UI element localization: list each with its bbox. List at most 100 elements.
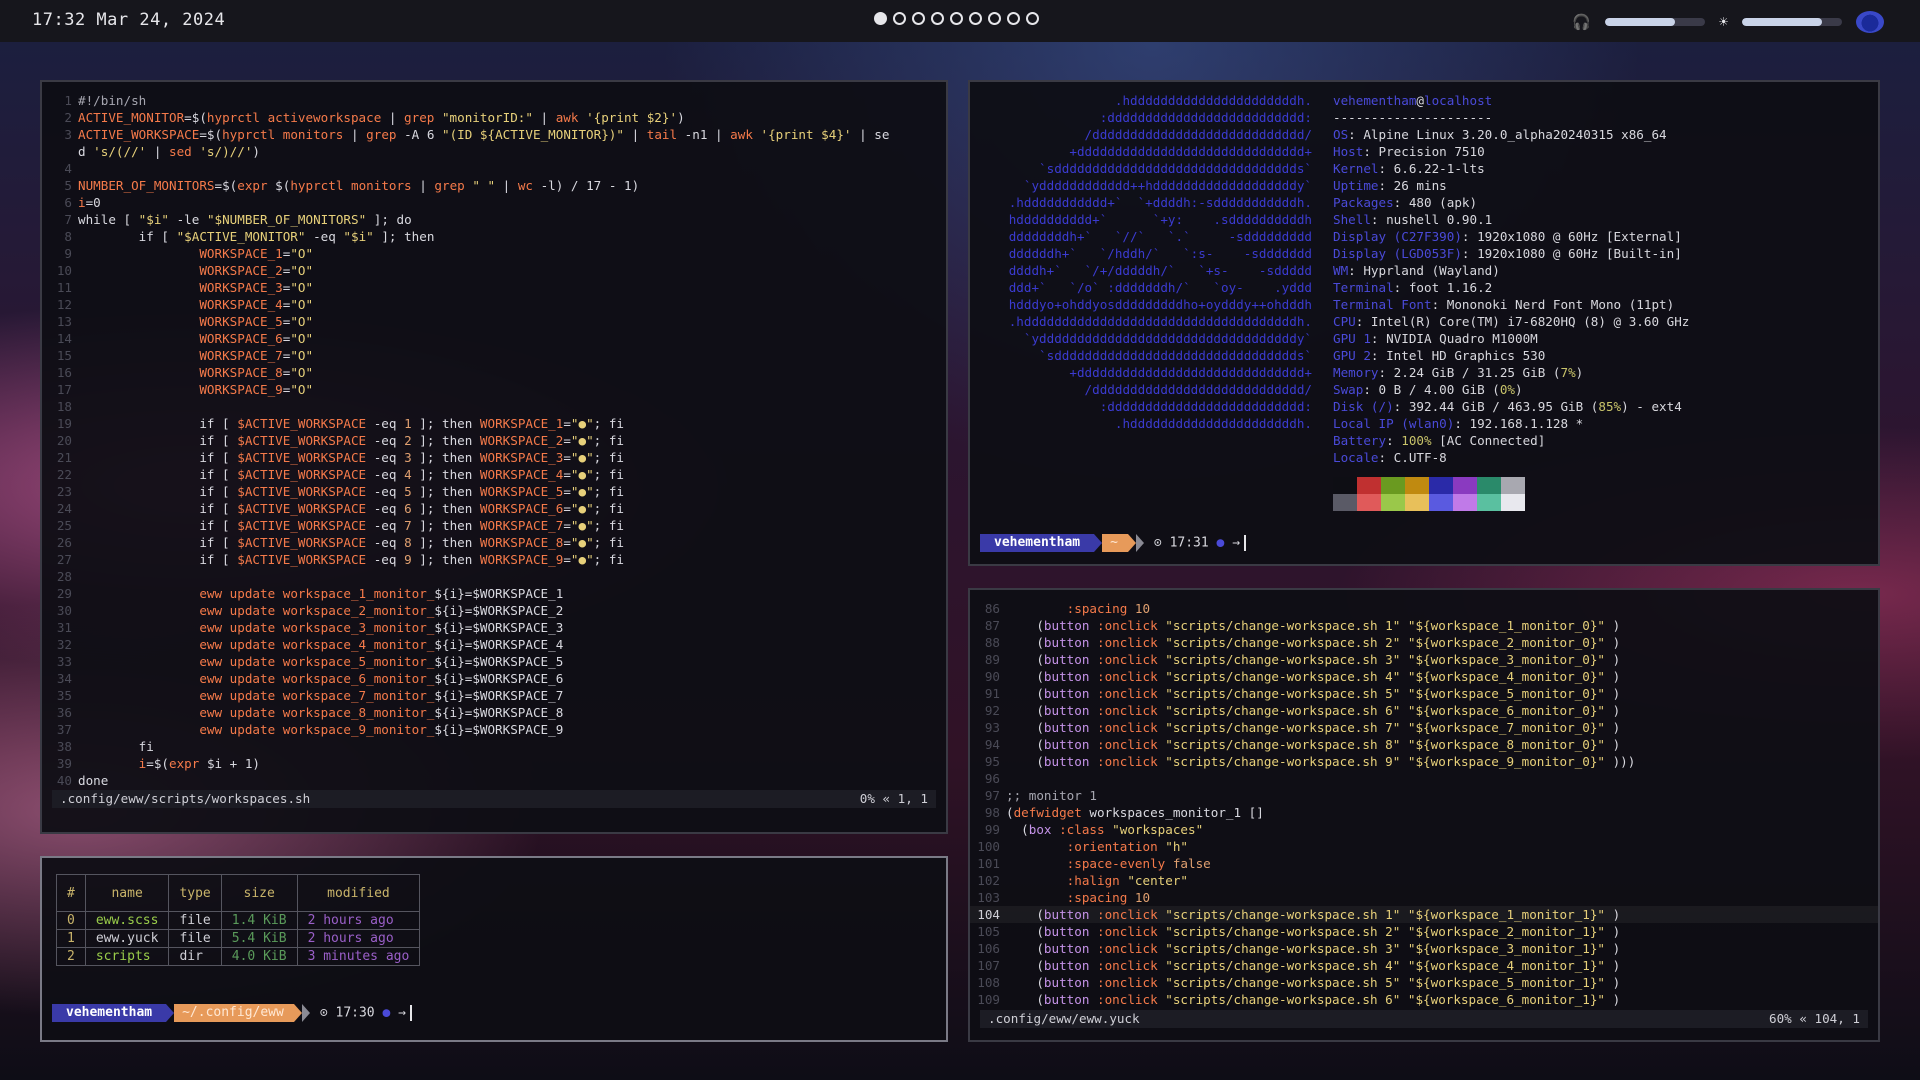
user-host: vehementham@localhost: [1333, 93, 1493, 108]
line-text: :spacing 10: [1066, 890, 1151, 905]
info-row: Packages: 480 (apk): [1333, 195, 1478, 210]
line-text: WORKSPACE_6="O": [199, 331, 314, 346]
line-number: 35: [56, 688, 72, 703]
code-line: 32 eww update workspace_4_monitor_${i}=$…: [42, 636, 946, 653]
info-row: Host: Precision 7510: [1333, 144, 1485, 159]
table-cell: 2 hours ago: [296, 911, 421, 930]
table-cell: 3 minutes ago: [296, 947, 421, 966]
info-row: Shell: nushell 0.90.1: [1333, 212, 1493, 227]
table-cell: 2: [56, 947, 86, 966]
volume-level: [1604, 18, 1675, 26]
line-text: ACTIVE_WORKSPACE=$(hyprctl monitors | gr…: [78, 127, 890, 142]
workspace-9-indicator[interactable]: [1026, 12, 1039, 25]
workspace-5-indicator[interactable]: [950, 12, 963, 25]
code-line: 86 :spacing 10: [970, 600, 1878, 617]
code-line: 23 if [ $ACTIVE_WORKSPACE -eq 5 ]; then …: [42, 483, 946, 500]
workspace-1-indicator[interactable]: [874, 12, 887, 25]
line-number: 98: [984, 805, 1000, 820]
prompt-dir: ~: [1102, 534, 1128, 552]
color-swatch: [1357, 494, 1381, 511]
shell-prompt: vehementham ~/.config/eww ⊙ 17:30 ● →: [52, 1004, 412, 1022]
line-text: :spacing 10: [1066, 601, 1151, 616]
code-line: 95 (button :onclick "scripts/change-work…: [970, 753, 1878, 770]
file-table: # name type size modified 0 eww.scss file 1.4 K…: [56, 874, 421, 966]
info-row: WM: Hyprland (Wayland): [1333, 263, 1500, 278]
workspace-6-indicator[interactable]: [969, 12, 982, 25]
line-text: WORKSPACE_2="O": [199, 263, 314, 278]
code-line: 90 (button :onclick "scripts/change-work…: [970, 668, 1878, 685]
line-number: 20: [56, 433, 72, 448]
workspace-8-indicator[interactable]: [1007, 12, 1020, 25]
line-text: d 's/(//' | sed 's/)//'): [78, 144, 261, 159]
info-row: CPU: Intel(R) Core(TM) i7-6820HQ (8) @ 3…: [1333, 314, 1690, 329]
table-cell: eww.scss: [84, 911, 170, 930]
line-text: WORKSPACE_4="O": [199, 297, 314, 312]
workspace-7-indicator[interactable]: [988, 12, 1001, 25]
line-text: eww update workspace_7_monitor_${i}=$WOR…: [199, 688, 564, 703]
info-row: Display (LGD053F): 1920x1080 @ 60Hz [Bui…: [1333, 246, 1682, 261]
line-text: NUMBER_OF_MONITORS=$(expr $(hyprctl moni…: [78, 178, 640, 193]
code-line: 29 eww update workspace_1_monitor_${i}=$…: [42, 585, 946, 602]
headphones-icon[interactable]: 🎧: [1572, 13, 1591, 31]
arrow-icon: →: [1232, 535, 1241, 551]
line-text: :orientation "h": [1066, 839, 1188, 854]
code-line: 97 ;; monitor 1: [970, 787, 1878, 804]
terminal-pane-filelist[interactable]: # name type size modified 0 eww.scss file 1.4 K…: [40, 856, 948, 1042]
code-line: 5 NUMBER_OF_MONITORS=$(expr $(hyprctl mon…: [42, 177, 946, 194]
color-swatch: [1501, 494, 1525, 511]
line-number: 105: [977, 924, 1000, 939]
dot-icon: ●: [382, 1005, 391, 1021]
line-text: (button :onclick "scripts/change-workspa…: [1006, 754, 1636, 769]
line-text: if [ $ACTIVE_WORKSPACE -eq 6 ]; then WOR…: [78, 501, 624, 516]
code-line: 6 i=0: [42, 194, 946, 211]
code-line: 109 (button :onclick "scripts/change-wor…: [970, 991, 1878, 1008]
volume-slider[interactable]: [1604, 18, 1705, 26]
code-line: 93 (button :onclick "scripts/change-work…: [970, 719, 1878, 736]
line-text: (button :onclick "scripts/change-workspa…: [1006, 958, 1621, 973]
line-number: 104: [977, 907, 1000, 922]
text-cursor: [409, 1005, 412, 1021]
line-number: 34: [56, 671, 72, 686]
arch-logo-icon[interactable]: [1856, 11, 1884, 33]
line-number: 107: [977, 958, 1000, 973]
workspace-3-indicator[interactable]: [912, 12, 925, 25]
info-row: Terminal Font: Mononoki Nerd Font Mono (…: [1333, 297, 1675, 312]
line-text: eww update workspace_9_monitor_${i}=$WOR…: [199, 722, 564, 737]
editor-pane-workspaces[interactable]: 1 #!/bin/sh 2 ACTIVE_MONITOR=$(hyprctl acti…: [40, 80, 948, 834]
line-text: eww update workspace_6_monitor_${i}=$WOR…: [199, 671, 564, 686]
status-filename: .config/eww/eww.yuck: [988, 1011, 1140, 1026]
line-number: 109: [977, 992, 1000, 1007]
table-cell: file: [168, 911, 222, 930]
code-line: 98 (defwidget workspaces_monitor_1 []: [970, 804, 1878, 821]
line-number: 94: [984, 737, 1000, 752]
line-text: if [ "$ACTIVE_MONITOR" -eq "$i" ]; then: [78, 229, 435, 244]
line-number: 19: [56, 416, 72, 431]
line-number: 22: [56, 467, 72, 482]
workspace-2-indicator[interactable]: [893, 12, 906, 25]
line-number: 106: [977, 941, 1000, 956]
terminal-pane-neofetch[interactable]: .hddddddddddddddddddddddh. :dddddddddddd…: [968, 80, 1880, 566]
code-line: 1 #!/bin/sh: [42, 92, 946, 109]
workspace-4-indicator[interactable]: [931, 12, 944, 25]
line-number: 17: [56, 382, 72, 397]
table-row: 0 eww.scss file 1.4 KiB 2 hours ago: [56, 911, 421, 930]
text-cursor: [1244, 535, 1247, 551]
brightness-slider[interactable]: [1742, 18, 1842, 26]
line-text: WORKSPACE_3="O": [199, 280, 314, 295]
color-swatch: [1333, 477, 1357, 494]
table-cell: 1: [56, 929, 86, 948]
editor-statusline: .config/eww/scripts/workspaces.sh 0% « 1…: [52, 790, 936, 808]
line-number: 18: [56, 399, 72, 414]
editor-pane-eww-yuck[interactable]: 86 :spacing 10 87 (button :onclick "scrip…: [968, 588, 1880, 1042]
line-text: #!/bin/sh: [78, 93, 147, 108]
line-number: 1: [64, 93, 72, 108]
code-line: 25 if [ $ACTIVE_WORKSPACE -eq 7 ]; then …: [42, 517, 946, 534]
prompt-dir: ~/.config/eww: [174, 1004, 294, 1022]
line-number: 15: [56, 348, 72, 363]
line-text: (box :class "workspaces": [1006, 822, 1204, 837]
code-line: 30 eww update workspace_2_monitor_${i}=$…: [42, 602, 946, 619]
code-line: 99 (box :class "workspaces": [970, 821, 1878, 838]
brightness-icon[interactable]: ☀: [1719, 13, 1728, 31]
line-text: fi: [78, 739, 154, 754]
color-swatch: [1381, 494, 1405, 511]
